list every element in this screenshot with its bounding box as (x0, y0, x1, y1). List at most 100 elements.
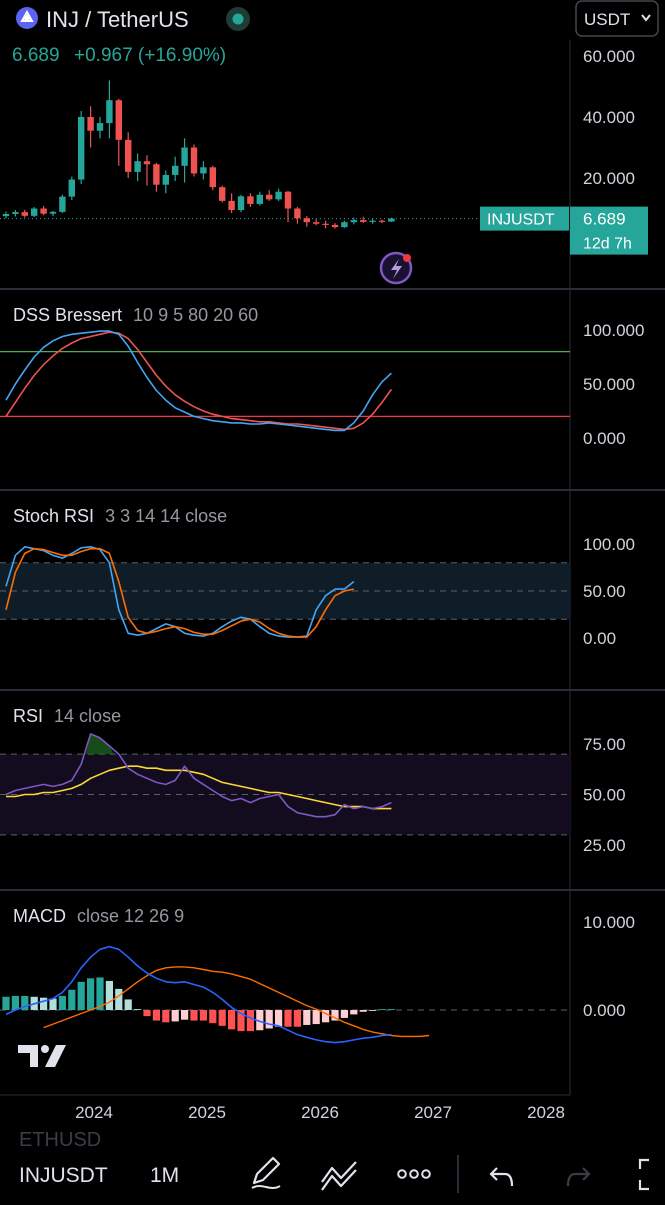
macd-histogram-bar (87, 978, 95, 1010)
macd-histogram-bar (181, 1010, 189, 1020)
candle (162, 170, 169, 194)
candle (153, 162, 160, 192)
candle-body (294, 208, 301, 219)
macd-histogram-bar (312, 1010, 320, 1025)
macd-histogram-bar (246, 1010, 254, 1032)
macd-histogram-bar (293, 1010, 301, 1027)
dss-axis: 100.000 50.000 0.000 (583, 321, 644, 448)
watermark-symbol: ETHUSD (19, 1129, 101, 1151)
candle (106, 80, 113, 139)
undo-icon[interactable] (489, 1167, 514, 1187)
dss-name: DSS Bressert (13, 305, 122, 325)
candle (96, 117, 104, 139)
rsi-legend: RSI 14 close (13, 706, 121, 726)
macd-pane[interactable]: MACD close 12 26 9 10.000 0.000 (0, 906, 635, 1067)
brand-logo-icon (16, 7, 38, 29)
candle (12, 210, 19, 217)
more-icon[interactable] (397, 1169, 431, 1179)
macd-histogram-bar (369, 1010, 377, 1011)
candle (115, 98, 122, 166)
candle (31, 206, 38, 218)
candle (247, 193, 254, 207)
lightning-icon[interactable] (379, 251, 413, 285)
macd-histogram-bar (303, 1010, 311, 1025)
candle (228, 193, 235, 214)
macd-params: close 12 26 9 (77, 906, 184, 926)
axis-label: 50.000 (583, 375, 635, 394)
macd-histogram-bar (2, 996, 10, 1010)
stoch-plot (0, 545, 570, 638)
macd-histogram-bar (68, 989, 76, 1010)
macd-name: MACD (13, 906, 66, 926)
macd-histogram-bar (162, 1010, 170, 1023)
candle (378, 219, 386, 224)
macd-histogram-bar (171, 1010, 179, 1022)
candle (388, 217, 395, 222)
currency-selector[interactable]: USDT (575, 0, 659, 37)
macd-histogram-bar (359, 1010, 367, 1012)
time-axis-label: 2025 (188, 1103, 226, 1122)
candle (219, 185, 226, 203)
candle (266, 190, 273, 201)
rsi-pane[interactable]: RSI 14 close 75.00 50.00 25.00 (0, 706, 626, 855)
time-axis[interactable]: 2024 2025 2026 2027 2028 (0, 1094, 570, 1122)
stoch-rsi-pane[interactable]: Stoch RSI 3 3 14 14 close 100.00 50.00 0.0… (0, 506, 635, 648)
time-axis-label: 2026 (301, 1103, 339, 1122)
candle-body (31, 208, 38, 216)
macd-histogram-bar (134, 1009, 142, 1010)
candle (190, 144, 198, 177)
macd-histogram-bar (115, 988, 123, 1010)
chart-canvas[interactable]: INJ / TetherUS 6.689 +0.967 (+16.90%) US… (0, 0, 665, 1200)
stoch-legend: Stoch RSI 3 3 14 14 close (13, 506, 227, 526)
tag-countdown: 12d 7h (583, 236, 632, 253)
candle-body (172, 165, 179, 175)
candle (360, 216, 367, 224)
bottom-bar: ETHUSD INJUSDT 1M (19, 1129, 649, 1193)
macd-histogram-bar (105, 980, 113, 1010)
price-pane[interactable]: 60.000 40.000 20.000 INJUSDT 6.689 12d 7h (0, 47, 648, 285)
candle (125, 132, 132, 178)
fullscreen-icon[interactable] (638, 1158, 649, 1191)
candle (369, 218, 376, 224)
macd-histogram-bar (378, 1009, 386, 1010)
stoch-axis: 100.00 50.00 0.00 (583, 535, 635, 648)
tradingview-logo-icon (18, 1045, 66, 1067)
macd-histogram-bar (152, 1010, 160, 1021)
dss-pane[interactable]: DSS Bressert 10 9 5 80 20 60 100.000 50.0… (0, 305, 644, 448)
pen-icon[interactable] (251, 1156, 281, 1189)
price-axis-label: 60.000 (583, 47, 635, 66)
macd-histogram-bar (49, 998, 57, 1010)
dss-params: 10 9 5 80 20 60 (133, 305, 258, 325)
candle (322, 220, 329, 229)
candle (313, 219, 320, 226)
dss-signal-line (5, 331, 393, 431)
macd-histogram-bar (275, 1010, 283, 1027)
candle-body (115, 100, 122, 140)
candle-body (209, 167, 216, 188)
macd-histogram-bar (190, 1010, 198, 1021)
macd-histogram-bar (11, 995, 19, 1010)
pair-title[interactable]: INJ / TetherUS (46, 7, 189, 32)
indicators-icon[interactable] (321, 1161, 357, 1191)
macd-line (5, 945, 392, 1044)
rsi-plot (0, 733, 570, 836)
candle (134, 153, 141, 182)
candle-body (59, 196, 66, 212)
candle (59, 194, 66, 214)
time-axis-label: 2027 (414, 1103, 452, 1122)
candle (172, 156, 179, 182)
price-axis-label: 40.000 (583, 108, 635, 127)
candle (40, 206, 47, 216)
interval-button[interactable]: 1M (150, 1164, 179, 1187)
candle (49, 210, 57, 217)
price-axis[interactable]: 60.000 40.000 20.000 (583, 47, 635, 188)
candle-body (228, 200, 235, 211)
candle-body (134, 161, 141, 172)
macd-plot (0, 945, 570, 1044)
candle-body (341, 222, 348, 228)
axis-label: 50.00 (583, 582, 626, 601)
redo-icon[interactable] (566, 1167, 591, 1187)
tag-symbol: INJUSDT (487, 212, 555, 229)
symbol-button[interactable]: INJUSDT (19, 1164, 108, 1187)
macd-histogram-bar (77, 981, 85, 1010)
